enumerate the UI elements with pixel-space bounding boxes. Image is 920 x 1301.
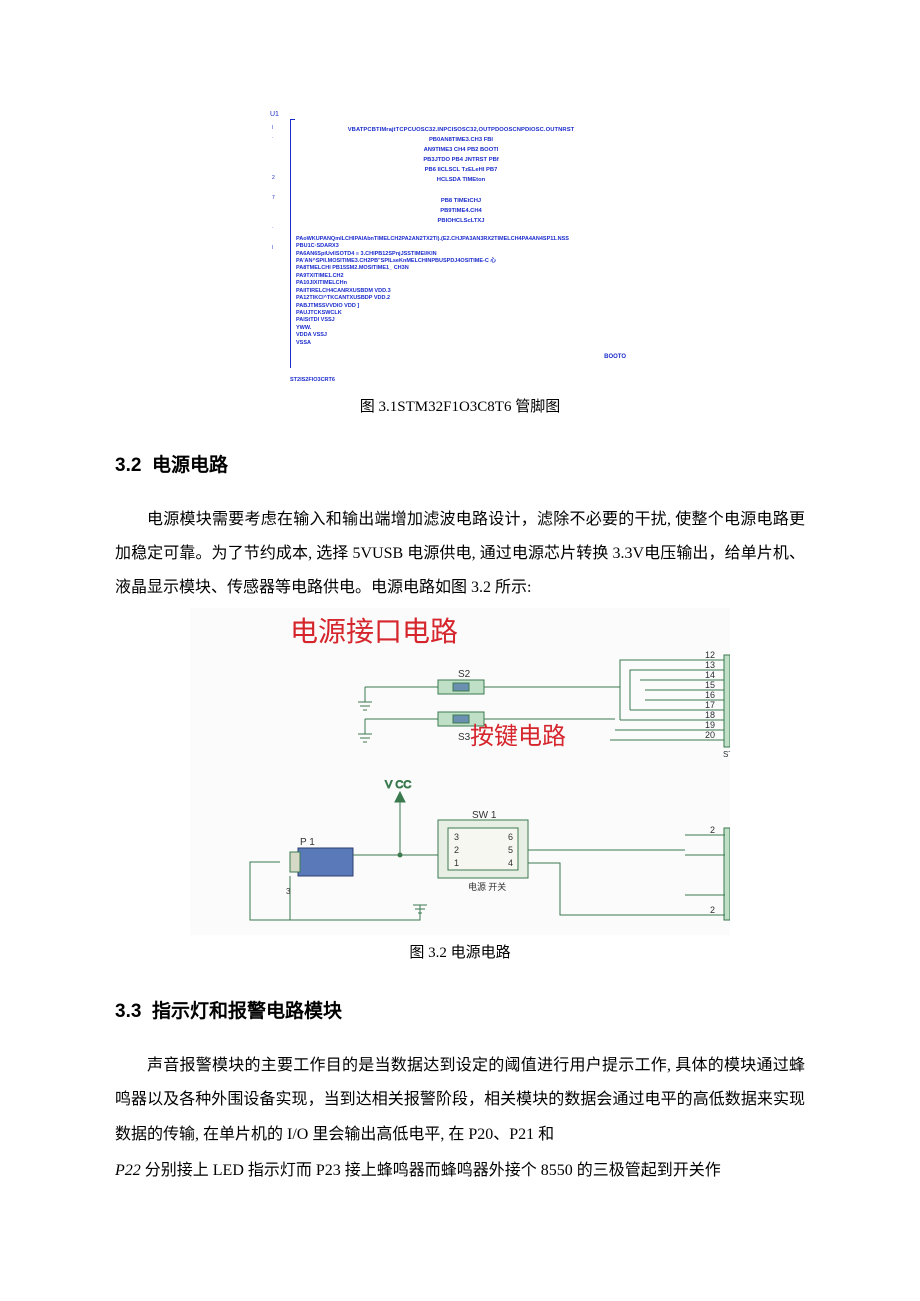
pin-left-row: PAIStTDl VSSJ bbox=[296, 317, 626, 324]
pin-center-5: HCLSDA TIMEton bbox=[296, 177, 626, 185]
power-circuit-figure: 电源接口电路 按键电路 12 13 14 15 16 17 18 19 2 bbox=[190, 608, 730, 935]
circuit-svg: 12 13 14 15 16 17 18 19 20 ST bbox=[190, 650, 730, 935]
sw-r-1: 5 bbox=[508, 845, 513, 855]
side-num: 2 bbox=[272, 174, 275, 184]
pin-left-row: PAoWKUPANQmlLCHlPAlAbnTIMELCH2PA2AN2TX2T… bbox=[296, 236, 626, 243]
sw-r-0: 6 bbox=[508, 832, 513, 842]
button-circuit-label: 按键电路 bbox=[470, 716, 566, 751]
pin-14: 14 bbox=[705, 670, 715, 680]
st-label: ST bbox=[723, 750, 730, 759]
section-3-3-num: 3.3 bbox=[115, 1001, 141, 1022]
s2-label: S2 bbox=[458, 669, 471, 680]
pin-20: 20 bbox=[705, 730, 715, 740]
pin-b-0: 2 bbox=[710, 825, 715, 835]
pin-19: 19 bbox=[705, 720, 715, 730]
side-num bbox=[272, 204, 275, 214]
pin-b-3: 2 bbox=[710, 905, 715, 915]
pin-12: 12 bbox=[705, 650, 715, 660]
pin-center2-2: PB9TIME4.CH4 bbox=[296, 208, 626, 216]
section-3-2-num: 3.2 bbox=[115, 455, 141, 476]
pin-left-row: PA10JIXlTIMELCHn bbox=[296, 280, 626, 287]
section-3-2-heading: 3.2 电源电路 bbox=[115, 450, 805, 477]
pin-center-3: PB3JTDO PB4 JNTRST PBf bbox=[296, 157, 626, 165]
fig1-suffix: 管脚图 bbox=[511, 399, 560, 415]
figure-3-1-caption: 图 3.1STM32F1O3C8T6 管脚图 bbox=[115, 395, 805, 416]
pin-center2-1: PB8 TIMEtCHJ bbox=[296, 198, 626, 206]
pin-left-row: YWW. bbox=[296, 325, 626, 332]
side-num bbox=[272, 184, 275, 194]
pin-17: 17 bbox=[705, 700, 715, 710]
pin-left-row: PA9TXITIME1.CH2 bbox=[296, 273, 626, 280]
pin-left-row: PAUJTCKSWCLK bbox=[296, 310, 626, 317]
vcc-label: V CC bbox=[385, 779, 411, 791]
side-num bbox=[272, 164, 275, 174]
power-interface-title: 电源接口电路 bbox=[190, 608, 730, 650]
pin-left-row: VSSA bbox=[296, 340, 626, 347]
section-3-2-title: 电源电路 bbox=[152, 455, 228, 476]
pin-footer: ST2IS2FlO3CRT6 bbox=[290, 377, 630, 384]
side-num: 7 bbox=[272, 194, 275, 204]
pin-center-4: PB6 IICLSCL TzELeHl PB7 bbox=[296, 167, 626, 175]
side-num: · bbox=[272, 224, 275, 234]
sw-r-2: 4 bbox=[508, 858, 513, 868]
side-num bbox=[272, 214, 275, 224]
sw-l-2: 1 bbox=[454, 858, 459, 868]
sw-l-1: 2 bbox=[454, 845, 459, 855]
pin-booto: BOOTO bbox=[296, 353, 626, 361]
sw1-label: SW 1 bbox=[472, 810, 497, 821]
section-3-3-paragraph-a: 声音报警模块的主要工作目的是当数据达到设定的阈值进行用户提示工作, 具体的模块通… bbox=[115, 1049, 805, 1152]
pin-left-group: PAoWKUPANQmlLCHlPAlAbnTIMELCH2PA2AN2TX2T… bbox=[296, 236, 626, 347]
pin-center2-3: PBIOHCLScLTXJ bbox=[296, 218, 626, 226]
pin-13: 13 bbox=[705, 660, 715, 670]
pin-center-1: PB0AN8TIME3.CH3 FBl bbox=[296, 137, 626, 145]
pin-left-row: PA6AN6SpiUvllSOTD4 ≡ 3.CHlPB12SPnjJSSTIM… bbox=[296, 251, 626, 258]
pin-left-row: PA12TlKCl^TKCANTXUSBDP VDD.2 bbox=[296, 295, 626, 302]
fig1-prefix: 图 3.1 bbox=[360, 399, 398, 415]
pin-side-numbers: l · 2 7 · l bbox=[272, 124, 275, 254]
side-num bbox=[272, 234, 275, 244]
side-num: · bbox=[272, 134, 275, 144]
power-switch-cn: 电源 开关 bbox=[468, 881, 506, 892]
side-num bbox=[272, 154, 275, 164]
p1-pin-3: 3 bbox=[286, 887, 291, 896]
sw-l-0: 3 bbox=[454, 832, 459, 842]
pin-left-row: PAllTlRELCH4CANRXUSBDM VDD.3 bbox=[296, 288, 626, 295]
figure-3-2-caption: 图 3.2 电源电路 bbox=[115, 941, 805, 962]
pin-diagram: l · 2 7 · l U1 VBATPCBTIMrajtTCPCUOSC32.… bbox=[290, 110, 630, 385]
side-num bbox=[272, 144, 275, 154]
pin-left-row: VDDA VSSJ bbox=[296, 332, 626, 339]
pin-left-row: PABJTMSSVVDIO VDD ] bbox=[296, 303, 626, 310]
section-3-3-paragraph-b: P22 分别接上 LED 指示灯而 P23 接上蜂鸣器而蜂鸣器外接个 8550 … bbox=[115, 1154, 805, 1188]
pin-outline bbox=[290, 119, 295, 368]
pin-top-long: VBATPCBTIMrajtTCPCUOSC32.INPCISOSC32,OUT… bbox=[296, 127, 626, 135]
pin-box: VBATPCBTIMrajtTCPCUOSC32.INPCISOSC32,OUT… bbox=[290, 119, 630, 367]
section-3-3-title: 指示灯和报警电路模块 bbox=[152, 1001, 342, 1022]
s3-label: S3 bbox=[458, 732, 471, 743]
side-num: l bbox=[272, 244, 275, 254]
pin-16: 16 bbox=[705, 690, 715, 700]
pin-18: 18 bbox=[705, 710, 715, 720]
section-3-3-heading: 3.3 指示灯和报警电路模块 bbox=[115, 996, 805, 1023]
pin-left-row: PBU1C·SDARX3 bbox=[296, 243, 626, 250]
fig1-code: STM32F1O3C8T6 bbox=[397, 399, 511, 415]
document-page: l · 2 7 · l U1 VBATPCBTIMrajtTCPCUOSC32.… bbox=[0, 0, 920, 1250]
p22-italic: P22 bbox=[115, 1162, 141, 1179]
pin-left-row: PA'AN^SPll.MOSITIME3.CH2PB"SPILseKnMELCH… bbox=[296, 258, 626, 265]
p1-label: P 1 bbox=[300, 837, 315, 848]
pin-center-2: AN9TIME3 CH4 PB2 BOOTl bbox=[296, 147, 626, 155]
pin-15: 15 bbox=[705, 680, 715, 690]
section-3-2-paragraph: 电源模块需要考虑在输入和输出端增加滤波电路设计，滤除不必要的干扰, 使整个电源电… bbox=[115, 503, 805, 606]
side-num: l bbox=[272, 124, 275, 134]
para33-b-rest: 分别接上 LED 指示灯而 P23 接上蜂鸣器而蜂鸣器外接个 8550 的三极管… bbox=[141, 1162, 721, 1179]
pin-ref: U1 bbox=[270, 110, 630, 119]
pin-left-row: PA8TMELCHl PB15SM2.MOSITIME1_ CH3N bbox=[296, 265, 626, 272]
